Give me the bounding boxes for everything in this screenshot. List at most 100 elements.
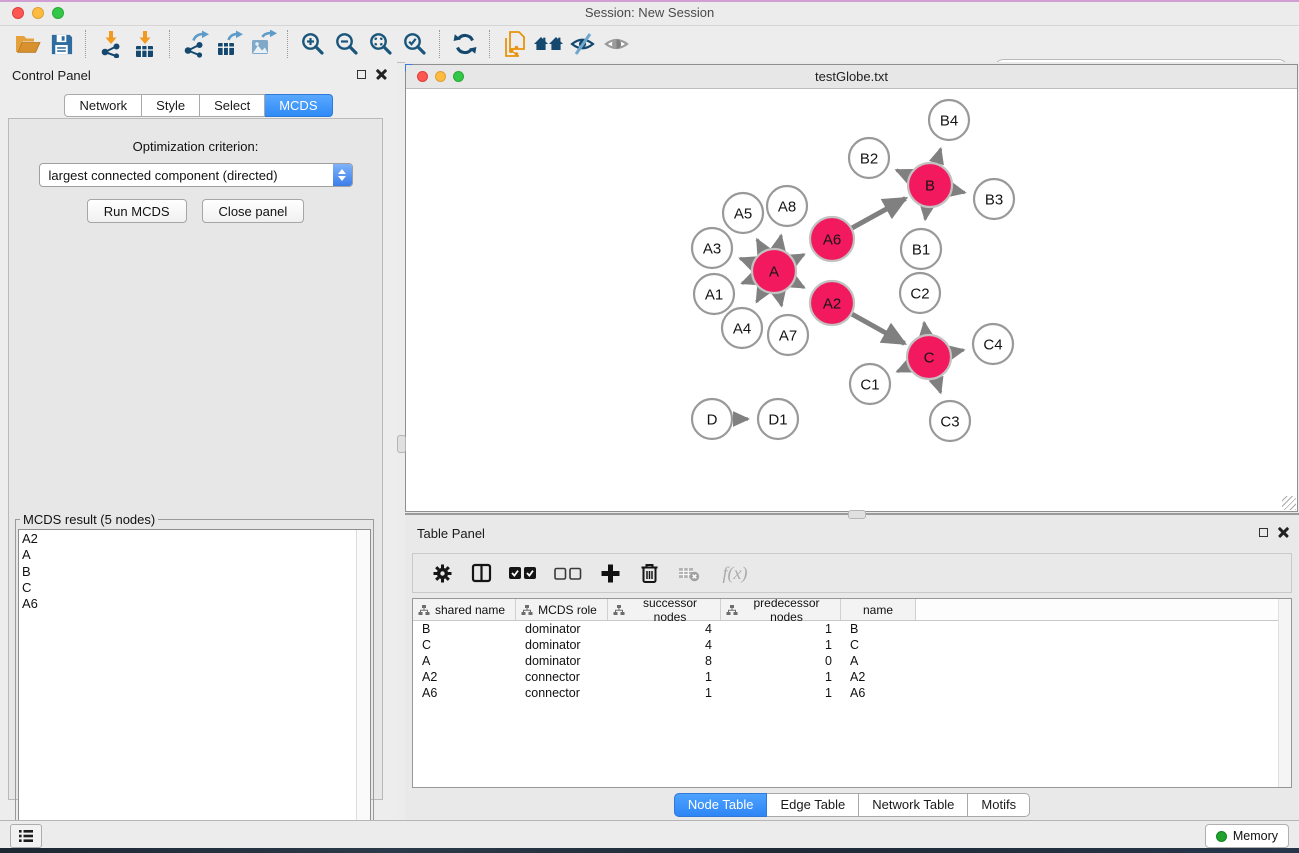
cell-predecessor-nodes[interactable]: 1 [721,686,841,700]
save-session-icon[interactable] [44,29,78,59]
edge-C-C4[interactable] [952,350,964,352]
cell-predecessor-nodes[interactable]: 1 [721,670,841,684]
node-A2[interactable]: A2 [810,281,854,325]
tab-edge-table[interactable]: Edge Table [767,793,859,817]
edge-A-A6[interactable] [794,255,804,260]
tab-network[interactable]: Network [64,94,142,117]
cell-name[interactable]: B [841,622,916,636]
tab-network-table[interactable]: Network Table [859,793,968,817]
result-item[interactable]: A [22,547,370,563]
function-builder-icon[interactable]: f(x) [718,562,752,584]
horizontal-splitter-grip[interactable] [848,510,866,519]
table-row[interactable]: A6connector11A6 [413,685,1291,701]
column-header-shared-name[interactable]: shared name [413,599,516,620]
node-B1[interactable]: B1 [901,229,941,269]
edge-B-B4[interactable] [937,149,941,163]
cell-shared-name[interactable]: A [413,654,516,668]
edge-A-A2[interactable] [794,282,804,287]
task-history-button[interactable] [10,824,42,848]
cell-successor-nodes[interactable]: 1 [608,670,721,684]
refresh-icon[interactable] [448,29,482,59]
tab-node-table[interactable]: Node Table [674,793,768,817]
table-row[interactable]: Cdominator41C [413,637,1291,653]
cell-MCDS-role[interactable]: connector [516,670,608,684]
edge-A2-C[interactable] [852,314,904,343]
cell-shared-name[interactable]: C [413,638,516,652]
result-scrollbar[interactable] [356,530,370,834]
float-table-panel-icon[interactable] [1259,528,1268,537]
table-row[interactable]: A2connector11A2 [413,669,1291,685]
edge-A-A4[interactable] [757,291,763,302]
delete-table-icon[interactable] [677,562,701,584]
node-A1[interactable]: A1 [694,274,734,314]
edge-A-A8[interactable] [779,235,782,248]
table-row[interactable]: Bdominator41B [413,621,1291,637]
run-mcds-button[interactable]: Run MCDS [87,199,187,223]
edge-C-C3[interactable] [936,379,940,393]
export-network-icon[interactable] [178,29,212,59]
edge-A-A3[interactable] [740,258,752,263]
zoom-in-icon[interactable] [296,29,330,59]
cell-MCDS-role[interactable]: dominator [516,622,608,636]
edge-A-A1[interactable] [742,279,753,283]
node-A8[interactable]: A8 [767,186,807,226]
column-header-MCDS-role[interactable]: MCDS role [516,599,608,620]
zoom-selected-icon[interactable] [398,29,432,59]
close-panel-button[interactable]: Close panel [202,199,305,223]
cell-shared-name[interactable]: B [413,622,516,636]
cell-predecessor-nodes[interactable]: 0 [721,654,841,668]
float-panel-icon[interactable] [357,70,366,79]
edge-B-B1[interactable] [925,208,927,220]
edge-B-B3[interactable] [953,190,965,193]
import-table-icon[interactable] [128,29,162,59]
table-row[interactable]: Adominator80A [413,653,1291,669]
node-D[interactable]: D [692,399,732,439]
cell-name[interactable]: A2 [841,670,916,684]
node-B[interactable]: B [908,163,952,207]
home-views-icon[interactable] [532,29,566,59]
tab-style[interactable]: Style [142,94,200,117]
import-network-icon[interactable] [94,29,128,59]
cell-successor-nodes[interactable]: 1 [608,686,721,700]
edge-A6-B[interactable] [852,199,905,228]
hide-selected-icon[interactable] [566,29,600,59]
memory-button[interactable]: Memory [1205,824,1289,848]
table-scrollbar[interactable] [1278,599,1291,787]
cell-MCDS-role[interactable]: connector [516,686,608,700]
zoom-fit-icon[interactable] [364,29,398,59]
show-eye-icon[interactable] [600,29,634,59]
close-panel-icon[interactable] [376,69,387,80]
edge-A-A7[interactable] [779,294,782,306]
result-item[interactable]: A2 [22,531,370,547]
column-header-predecessor-nodes[interactable]: predecessor nodes [721,599,841,620]
horizontal-splitter[interactable] [405,513,1299,515]
node-A4[interactable]: A4 [722,308,762,348]
deselect-all-rows-icon[interactable] [554,562,582,584]
node-A3[interactable]: A3 [692,228,732,268]
cell-shared-name[interactable]: A2 [413,670,516,684]
result-item[interactable]: C [22,580,370,596]
export-table-icon[interactable] [212,29,246,59]
optimization-criterion-select[interactable]: largest connected component (directed) [39,163,353,187]
clone-network-icon[interactable] [498,29,532,59]
tab-mcds[interactable]: MCDS [265,94,332,117]
column-header-name[interactable]: name [841,599,916,620]
node-B4[interactable]: B4 [929,100,969,140]
delete-column-trash-icon[interactable] [638,562,660,584]
edge-B-B2[interactable] [896,170,909,176]
edge-C-C1[interactable] [897,367,908,372]
node-C3[interactable]: C3 [930,401,970,441]
cell-successor-nodes[interactable]: 4 [608,638,721,652]
node-A[interactable]: A [752,249,796,293]
node-table[interactable]: shared name MCDS role successor nodes pr… [412,598,1292,788]
cell-name[interactable]: A [841,654,916,668]
cell-MCDS-role[interactable]: dominator [516,654,608,668]
edge-C-C2[interactable] [924,323,926,335]
cell-successor-nodes[interactable]: 4 [608,622,721,636]
vertical-splitter-grip[interactable] [397,435,406,453]
window-resize-grip[interactable] [1282,496,1296,510]
table-columns-icon[interactable] [470,562,492,584]
node-C2[interactable]: C2 [900,273,940,313]
export-image-icon[interactable] [246,29,280,59]
tab-select[interactable]: Select [200,94,265,117]
